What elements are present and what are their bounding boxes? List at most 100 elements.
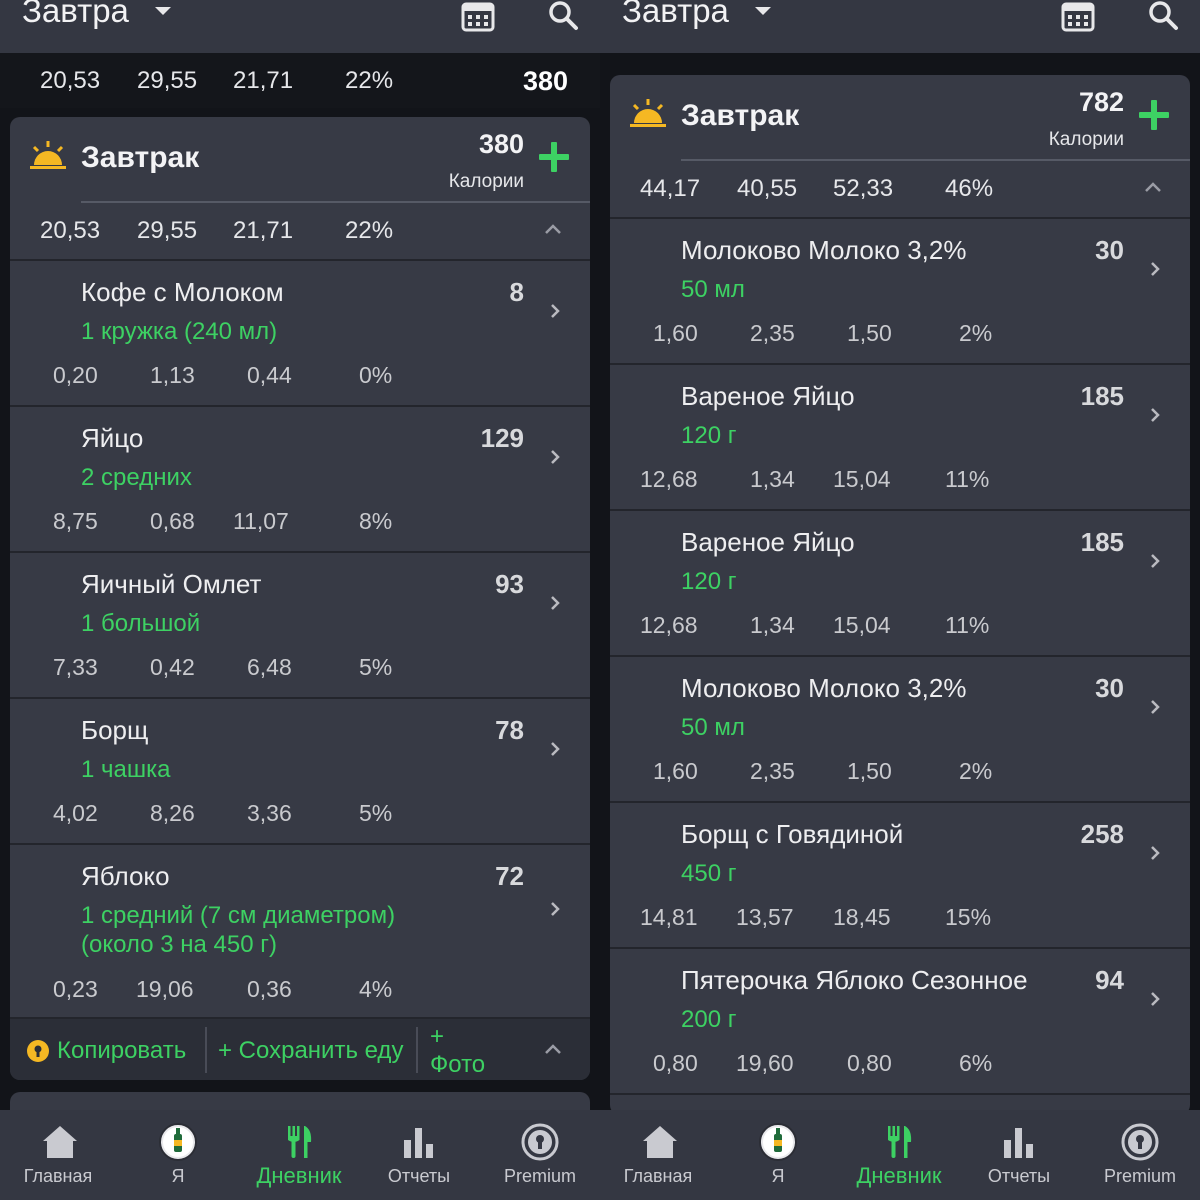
meal-calories: 782	[1078, 87, 1124, 117]
nav-diary[interactable]: Дневник	[839, 1110, 959, 1200]
meal-card-breakfast: Завтрак 380 Калории 20,53 29,55 21,71 22…	[10, 117, 590, 1080]
caret-down-icon[interactable]	[155, 7, 171, 15]
chevron-right-icon	[551, 596, 560, 610]
save-meal-button[interactable]: + Сохранить еду	[218, 1037, 403, 1065]
chevron-up-icon[interactable]	[544, 223, 562, 235]
meal-title: Завтрак	[681, 99, 800, 132]
nav-premium-label: Premium	[503, 1166, 576, 1186]
calendar-icon[interactable]	[1060, 0, 1096, 36]
nav-diary[interactable]: Дневник	[239, 1110, 359, 1200]
food-carbs: 2,35	[750, 320, 795, 346]
food-protein: 0,44	[247, 362, 292, 388]
food-carbs: 8,26	[150, 800, 195, 826]
food-name: Вареное Яйцо	[681, 381, 855, 411]
search-icon[interactable]	[1146, 0, 1182, 36]
add-food-plus-icon[interactable]	[538, 141, 570, 173]
caret-down-icon[interactable]	[755, 7, 771, 15]
food-item[interactable]: Кофе с Молоком 8 1 кружка (240 мл) 0,20 …	[10, 261, 590, 407]
meal-calories-label: Калории	[1048, 129, 1124, 150]
meal-calories: 380	[478, 129, 524, 159]
right-screen: Завтра Завтрак 782 Калории 44,17 40,55 5…	[600, 0, 1200, 1200]
food-name: Молоково Молоко 3,2%	[681, 673, 967, 703]
nav-premium[interactable]: Premium	[1080, 1110, 1200, 1200]
date-title[interactable]: Завтра	[622, 0, 729, 30]
summary-percent: 22%	[345, 67, 394, 94]
food-protein: 15,04	[833, 612, 891, 638]
divider	[205, 1027, 207, 1073]
food-portion: 50 мл	[681, 276, 745, 303]
food-portion: 1 средний (7 см диаметром)	[81, 902, 396, 929]
meal-header[interactable]: Завтрак 380 Калории	[10, 117, 590, 203]
food-portion: 450 г	[681, 860, 737, 887]
food-portion: 120 г	[681, 422, 737, 449]
food-calories: 185	[1080, 381, 1124, 411]
search-icon[interactable]	[546, 0, 582, 36]
premium-lock-icon	[27, 1040, 49, 1062]
nav-reports[interactable]: Отчеты	[359, 1110, 479, 1200]
food-item[interactable]: Борщ с Говядиной 258 450 г 14,81 13,57 1…	[610, 803, 1190, 949]
bottom-nav: Главная Я Дневник Отчеты Premium	[600, 1110, 1200, 1200]
photo-button[interactable]: Фото	[430, 1051, 485, 1079]
food-fat: 4,02	[53, 800, 98, 826]
meal-card-breakfast: Завтрак 782 Калории 44,17 40,55 52,33 46…	[610, 75, 1190, 1115]
nav-me-label: Я	[171, 1166, 185, 1186]
summary-carbs: 29,55	[137, 67, 198, 94]
nav-home[interactable]: Главная	[0, 1110, 120, 1200]
food-carbs: 19,06	[136, 976, 194, 1002]
food-fat: 14,81	[640, 904, 698, 930]
macro-percent: 46%	[945, 175, 994, 202]
food-percent: 4%	[359, 976, 393, 1002]
food-item[interactable]: Молоково Молоко 3,2% 30 50 мл 1,60 2,35 …	[610, 657, 1190, 803]
food-portion: 1 чашка	[81, 756, 171, 783]
food-name: Кофе с Молоком	[81, 277, 284, 307]
food-percent: 8%	[359, 508, 393, 534]
food-item[interactable]: Вареное Яйцо 185 120 г 12,68 1,34 15,04 …	[610, 365, 1190, 511]
food-carbs: 1,13	[150, 362, 195, 388]
food-carbs: 0,42	[150, 654, 195, 680]
food-fat: 0,20	[53, 362, 98, 388]
chevron-right-icon	[1151, 846, 1160, 860]
copy-button[interactable]: Копировать	[57, 1037, 186, 1065]
food-item[interactable]: Яблоко 72 1 средний (7 см диаметром) (ок…	[10, 845, 590, 1019]
summary-fat: 20,53	[40, 67, 101, 94]
chevron-right-icon	[1151, 554, 1160, 568]
food-item[interactable]: Вареное Яйцо 185 120 г 12,68 1,34 15,04 …	[610, 511, 1190, 657]
food-item[interactable]: Яйцо 129 2 средних 8,75 0,68 11,07 8%	[10, 407, 590, 553]
food-protein: 0,80	[847, 1050, 892, 1076]
nav-me[interactable]: Я	[718, 1110, 838, 1200]
sunrise-icon	[30, 141, 66, 169]
food-calories: 72	[495, 861, 524, 891]
daily-summary: 20,53 29,55 21,71 22% 380	[0, 53, 600, 108]
chevron-up-icon[interactable]	[544, 1043, 562, 1055]
nav-reports-label: Отчеты	[987, 1166, 1051, 1186]
food-portion: 2 средних	[81, 464, 192, 491]
nav-me[interactable]: Я	[118, 1110, 238, 1200]
food-item[interactable]: Борщ 78 1 чашка 4,02 8,26 3,36 5%	[10, 699, 590, 845]
meal-header[interactable]: Завтрак 782 Калории	[610, 75, 1190, 161]
add-food-plus-icon[interactable]	[1138, 99, 1170, 131]
chevron-up-icon[interactable]	[1144, 181, 1162, 193]
date-title[interactable]: Завтра	[22, 0, 129, 30]
food-name: Яйцо	[81, 423, 144, 453]
photo-plus[interactable]: +	[430, 1023, 444, 1051]
food-protein: 15,04	[833, 466, 891, 492]
food-item[interactable]: Молоково Молоко 3,2% 30 50 мл 1,60 2,35 …	[610, 219, 1190, 365]
nav-home-label: Главная	[23, 1166, 93, 1186]
food-item[interactable]: Яичный Омлет 93 1 большой 7,33 0,42 6,48…	[10, 553, 590, 699]
nav-premium[interactable]: Premium	[480, 1110, 600, 1200]
macro-percent: 22%	[345, 217, 394, 244]
food-item[interactable]: Пятерочка Яблоко Сезонное 94 200 г 0,80 …	[610, 949, 1190, 1095]
food-name: Яичный Омлет	[81, 569, 262, 599]
nav-reports[interactable]: Отчеты	[959, 1110, 1079, 1200]
food-percent: 5%	[359, 800, 393, 826]
calendar-icon[interactable]	[460, 0, 496, 36]
nav-home[interactable]: Главная	[600, 1110, 720, 1200]
food-calories: 8	[509, 277, 524, 307]
food-percent: 2%	[959, 758, 993, 784]
summary-calories: 380	[522, 66, 568, 96]
food-protein: 0,36	[247, 976, 292, 1002]
food-portion-line2: (около 3 на 450 г)	[81, 931, 277, 958]
food-calories: 30	[1095, 235, 1124, 265]
food-portion: 1 кружка (240 мл)	[81, 318, 278, 345]
food-calories: 78	[495, 715, 524, 745]
